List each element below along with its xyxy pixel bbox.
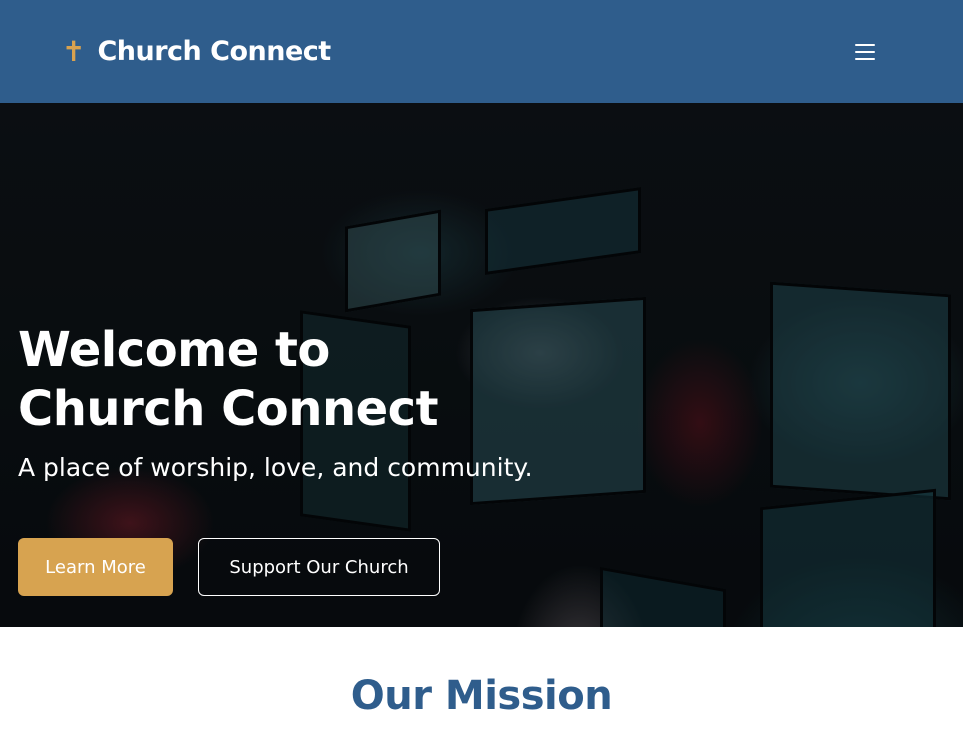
- learn-more-button[interactable]: Learn More: [18, 538, 173, 596]
- mission-section: Our Mission: [0, 627, 963, 732]
- site-header: ✝ Church Connect: [0, 0, 963, 103]
- brand-name: Church Connect: [97, 36, 331, 67]
- hero-title: Welcome to Church Connect: [18, 321, 498, 439]
- hero-actions: Learn More Support Our Church: [18, 538, 533, 596]
- brand-logo[interactable]: ✝ Church Connect: [62, 36, 331, 67]
- cross-icon: ✝: [62, 34, 86, 68]
- hero-subtitle: A place of worship, love, and community.: [18, 453, 533, 482]
- mission-heading: Our Mission: [350, 673, 613, 719]
- hero-title-line1: Welcome to: [18, 322, 330, 378]
- hero-content: Welcome to Church Connect A place of wor…: [18, 321, 533, 596]
- support-church-button[interactable]: Support Our Church: [198, 538, 440, 596]
- hamburger-menu-icon[interactable]: [855, 42, 875, 62]
- hero-title-line2: Church Connect: [18, 381, 439, 437]
- hero-section: Welcome to Church Connect A place of wor…: [0, 103, 963, 627]
